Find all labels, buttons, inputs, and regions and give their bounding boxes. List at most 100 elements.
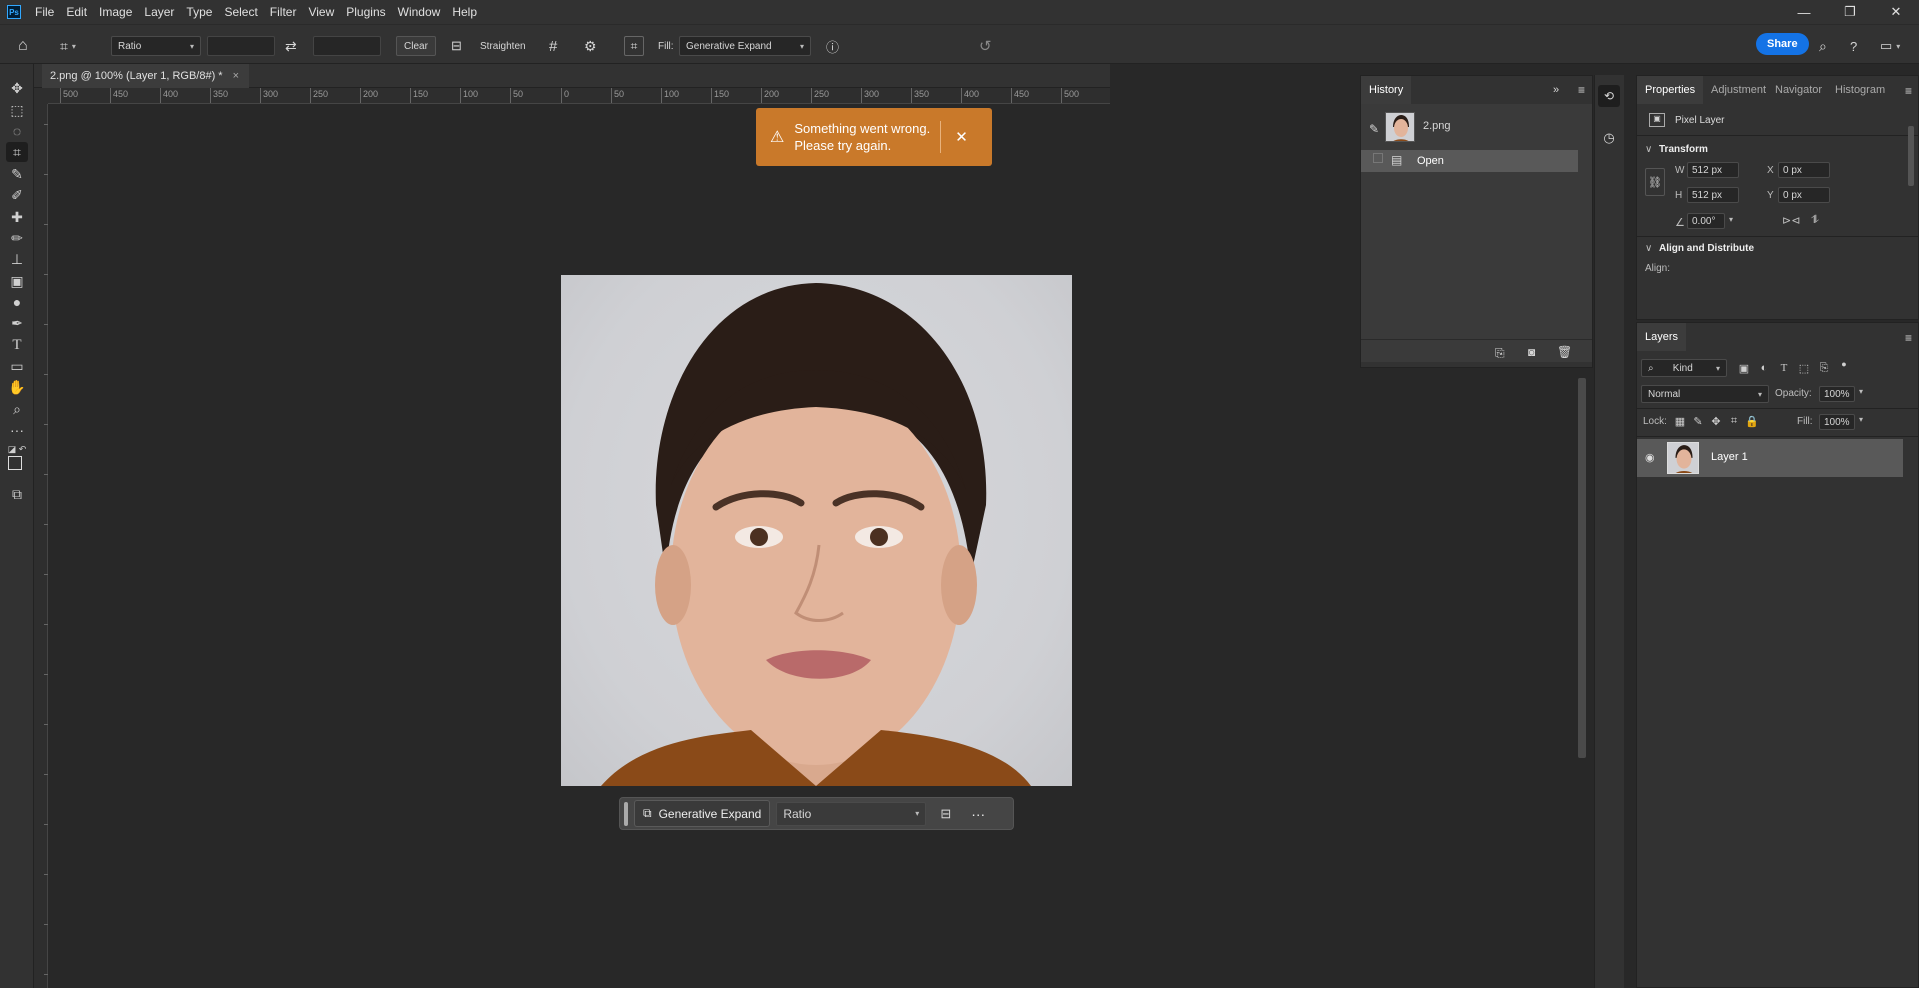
- angle-input[interactable]: 0.00°: [1687, 213, 1725, 229]
- filter-toggle-icon[interactable]: ●: [1837, 357, 1851, 371]
- pen-tool-icon[interactable]: ✒: [6, 313, 28, 333]
- tab-history[interactable]: History: [1361, 76, 1412, 104]
- rectangle-tool-icon[interactable]: ▭: [6, 356, 28, 376]
- home-icon[interactable]: ⌂: [18, 36, 28, 56]
- layer-row[interactable]: ◉ Layer 1: [1637, 439, 1903, 477]
- straighten-label[interactable]: Straighten: [480, 36, 526, 56]
- height-input[interactable]: 512 px: [1687, 187, 1739, 203]
- chevron-down-icon[interactable]: ∨: [1645, 144, 1652, 155]
- tab-histogram[interactable]: Histogram: [1827, 76, 1893, 104]
- ratio-dropdown[interactable]: Ratio ▾: [111, 36, 201, 56]
- drag-handle[interactable]: [624, 801, 628, 826]
- foreground-color-swatch[interactable]: [8, 456, 22, 470]
- flip-vertical-icon[interactable]: ⥮: [1811, 214, 1819, 227]
- ratio-height-input[interactable]: [313, 36, 381, 56]
- lock-position-icon[interactable]: ✥: [1709, 414, 1723, 428]
- marquee-tool-icon[interactable]: ⬚: [6, 100, 28, 120]
- opacity-input[interactable]: 100%: [1819, 386, 1855, 402]
- swap-icon[interactable]: ⇄: [285, 36, 297, 56]
- chevron-down-icon[interactable]: ▾: [1859, 415, 1863, 424]
- minimize-icon[interactable]: —: [1781, 0, 1827, 24]
- grid-overlay-icon[interactable]: #: [549, 36, 557, 56]
- straighten-icon[interactable]: ⊟: [451, 36, 462, 56]
- tab-adjustments[interactable]: Adjustment: [1703, 76, 1774, 104]
- link-icon[interactable]: ⛓: [1645, 168, 1665, 196]
- lasso-tool-icon[interactable]: ◌: [6, 121, 28, 141]
- document-image[interactable]: [561, 275, 1072, 786]
- close-icon[interactable]: ✕: [955, 128, 968, 146]
- menu-image[interactable]: Image: [93, 0, 138, 24]
- menu-help[interactable]: Help: [446, 0, 483, 24]
- lock-transparent-icon[interactable]: ▦: [1673, 414, 1687, 428]
- zoom-tool-icon[interactable]: ⌕: [6, 399, 28, 419]
- menu-window[interactable]: Window: [392, 0, 447, 24]
- flip-horizontal-icon[interactable]: ⊳⊲: [1782, 214, 1800, 227]
- panel-menu-icon[interactable]: ≡: [1578, 83, 1585, 97]
- chevron-down-icon[interactable]: ∨: [1645, 243, 1652, 254]
- clone-stamp-icon[interactable]: ⊥: [6, 249, 28, 269]
- filter-shape-icon[interactable]: ⬚: [1797, 361, 1811, 375]
- info-icon[interactable]: ⓘ: [826, 36, 839, 56]
- reset-icon[interactable]: ↺: [979, 36, 992, 56]
- menu-edit[interactable]: Edit: [60, 0, 93, 24]
- close-window-icon[interactable]: ✕: [1873, 0, 1919, 24]
- help-icon[interactable]: ?: [1850, 36, 1857, 56]
- collapse-panel-icon[interactable]: »: [1553, 84, 1559, 96]
- document-tab[interactable]: 2.png @ 100% (Layer 1, RGB/8#) * ×: [42, 64, 250, 88]
- panel-menu-icon[interactable]: ≡: [1905, 331, 1912, 345]
- trash-icon[interactable]: 🗑: [1557, 345, 1572, 359]
- tab-navigator[interactable]: Navigator: [1767, 76, 1830, 104]
- vertical-scrollbar[interactable]: [1578, 378, 1586, 758]
- healing-brush-icon[interactable]: ✚: [6, 207, 28, 227]
- menu-select[interactable]: Select: [218, 0, 263, 24]
- workspace-icon[interactable]: ▭ ▾: [1880, 36, 1900, 56]
- ratio-width-input[interactable]: [207, 36, 275, 56]
- restore-icon[interactable]: ❐: [1827, 0, 1873, 24]
- camera-icon[interactable]: ◙: [1528, 345, 1535, 359]
- clock-icon[interactable]: ◷: [1598, 127, 1620, 149]
- properties-scrollbar[interactable]: [1908, 126, 1914, 186]
- straighten-icon[interactable]: ⊟: [940, 806, 951, 822]
- history-state-row[interactable]: ▤ Open: [1361, 150, 1578, 172]
- lock-pixels-icon[interactable]: ✎: [1691, 414, 1705, 428]
- chevron-down-icon[interactable]: ▾: [1859, 387, 1863, 396]
- lock-artboard-icon[interactable]: ⌗: [1727, 414, 1741, 428]
- tab-properties[interactable]: Properties: [1637, 76, 1704, 104]
- menu-type[interactable]: Type: [180, 0, 218, 24]
- panel-menu-icon[interactable]: ≡: [1905, 84, 1912, 98]
- clear-button[interactable]: Clear: [396, 36, 436, 56]
- object-selection-icon[interactable]: ✎: [6, 164, 28, 184]
- filter-pixel-icon[interactable]: ▣: [1737, 361, 1751, 375]
- filter-type-icon[interactable]: T: [1777, 361, 1791, 375]
- new-document-from-state-icon[interactable]: ⎘: [1495, 346, 1505, 361]
- dodge-tool-icon[interactable]: ●: [6, 292, 28, 312]
- history-panel-icon[interactable]: ⟲: [1598, 85, 1620, 107]
- tab-layers[interactable]: Layers: [1637, 323, 1687, 351]
- crop-tool-preset-icon[interactable]: ⌗ ▾: [60, 36, 76, 56]
- transform-section-title[interactable]: Transform: [1659, 144, 1708, 155]
- width-input[interactable]: 512 px: [1687, 162, 1739, 178]
- eye-icon[interactable]: ◉: [1645, 451, 1655, 464]
- x-input[interactable]: 0 px: [1778, 162, 1830, 178]
- snapshot-thumbnail[interactable]: [1385, 112, 1415, 142]
- brush-tool-icon[interactable]: ✏: [6, 228, 28, 248]
- layer-filter-dropdown[interactable]: ⌕ Kind ▾: [1641, 359, 1727, 377]
- layer-name[interactable]: Layer 1: [1711, 451, 1748, 463]
- search-icon[interactable]: ⌕: [1819, 36, 1827, 56]
- hand-tool-icon[interactable]: ✋: [6, 377, 28, 397]
- generative-expand-button[interactable]: ⧉ Generative Expand: [634, 800, 771, 827]
- screen-mode-icon[interactable]: ⧉: [6, 484, 28, 504]
- more-tools-icon[interactable]: ···: [6, 420, 28, 440]
- move-tool-icon[interactable]: ✥: [6, 78, 28, 98]
- menu-view[interactable]: View: [302, 0, 340, 24]
- filter-adjustment-icon[interactable]: ◐: [1757, 361, 1771, 375]
- content-aware-crop-icon[interactable]: ⌗: [624, 36, 644, 56]
- context-ratio-dropdown[interactable]: Ratio ▾: [776, 801, 927, 826]
- more-options-icon[interactable]: ···: [971, 806, 985, 822]
- gradient-tool-icon[interactable]: ▣: [6, 271, 28, 291]
- crop-tool-icon[interactable]: ⌗: [6, 142, 28, 162]
- chevron-down-icon[interactable]: ▾: [1729, 215, 1733, 224]
- filter-smart-object-icon[interactable]: ⎘: [1817, 361, 1831, 375]
- close-tab-icon[interactable]: ×: [233, 70, 239, 82]
- align-section-title[interactable]: Align and Distribute: [1659, 243, 1754, 254]
